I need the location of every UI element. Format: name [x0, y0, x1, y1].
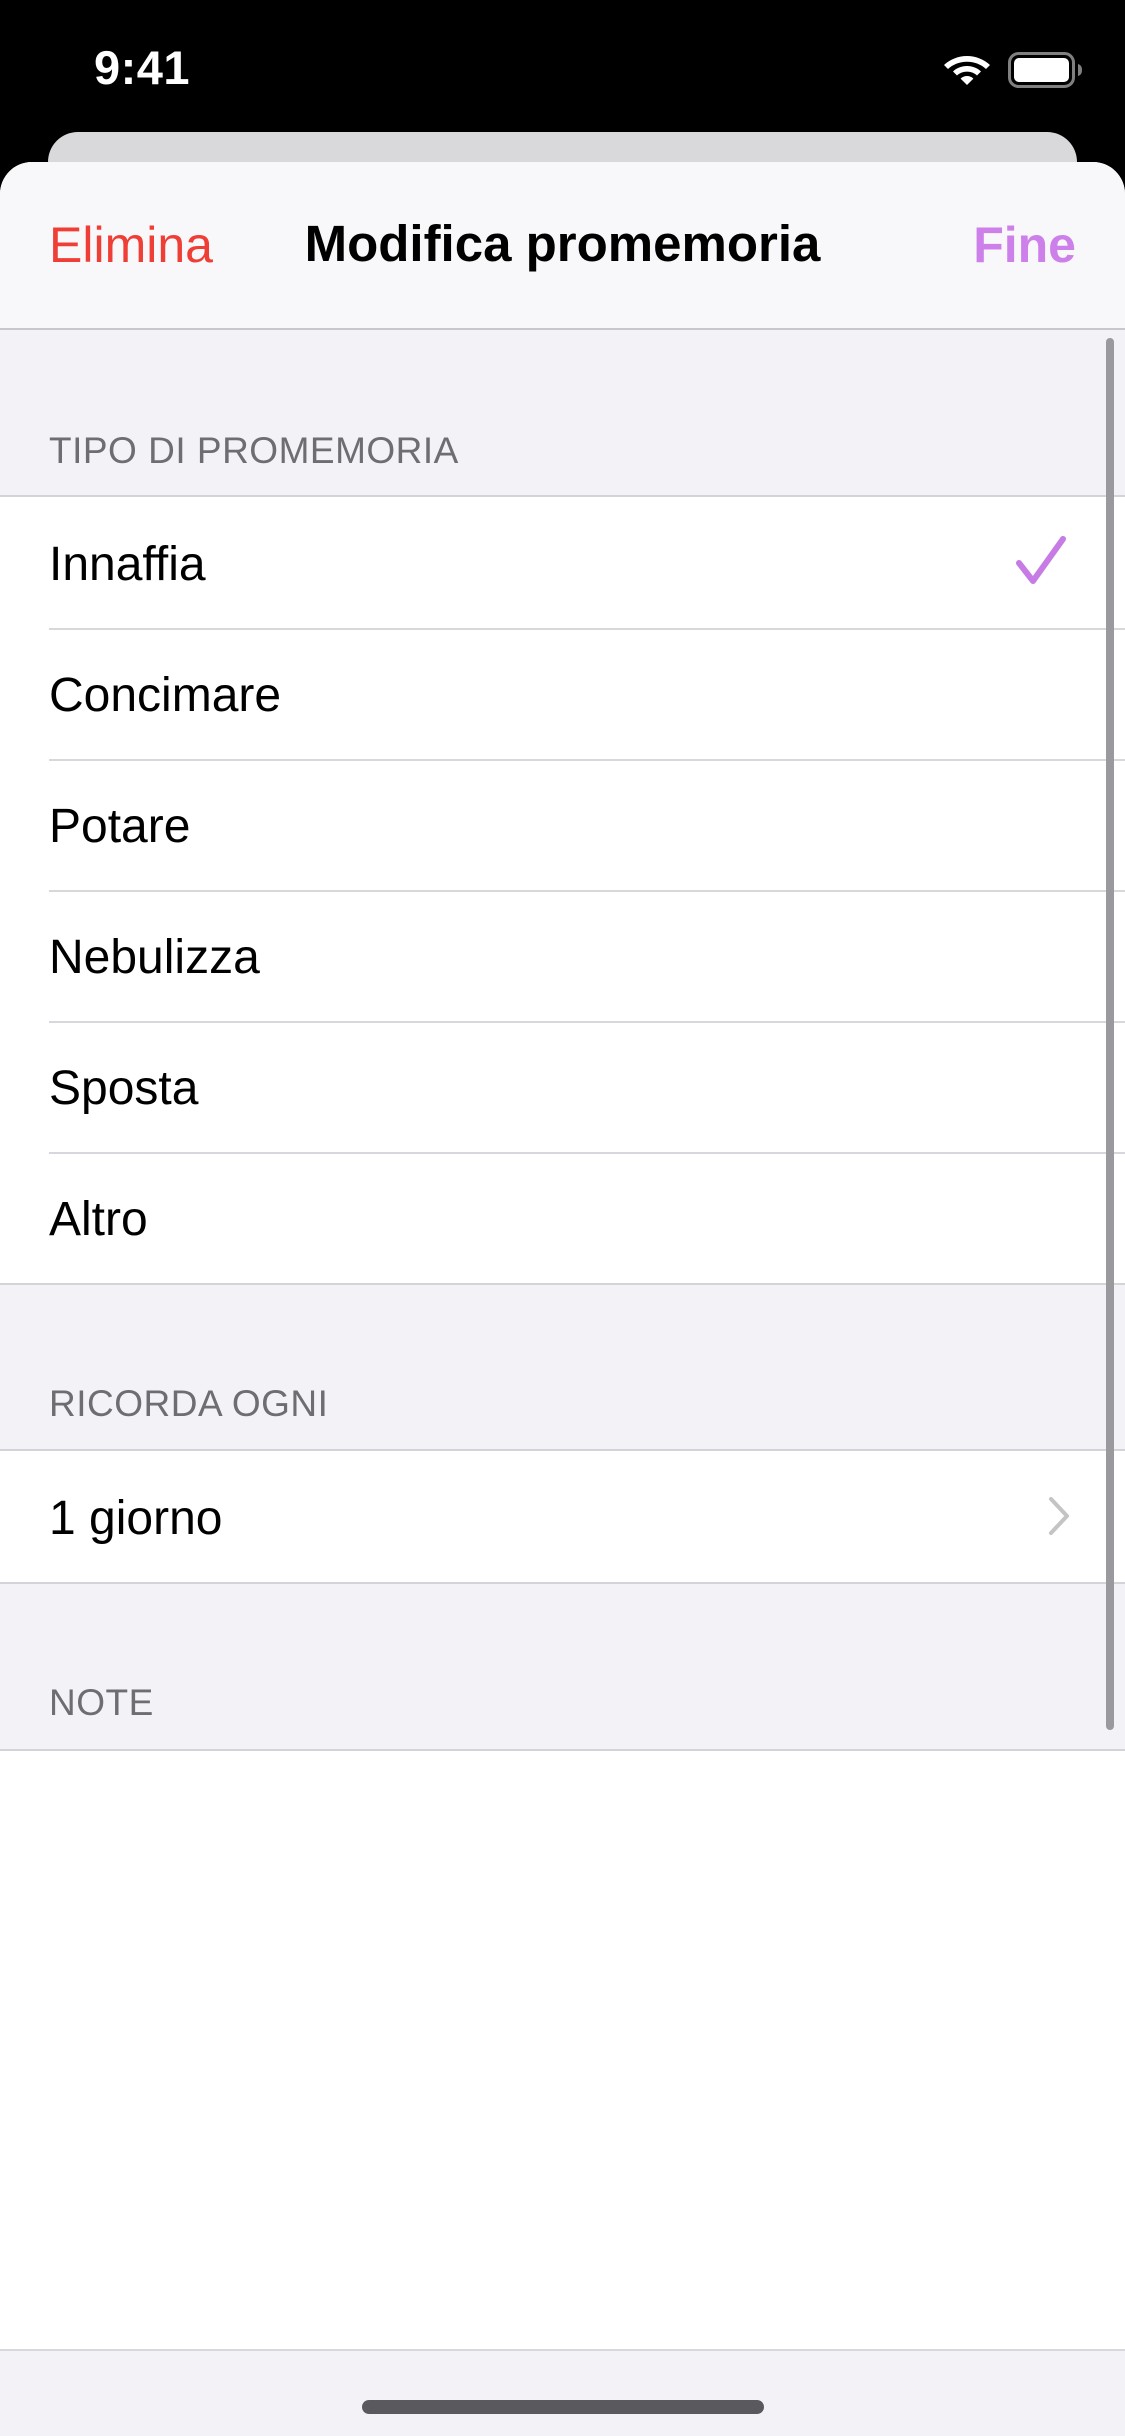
home-indicator[interactable]	[362, 2400, 764, 2414]
repeat-interval-row[interactable]: 1 giorno	[0, 1451, 1125, 1582]
chevron-right-icon	[1049, 1497, 1069, 1535]
repeat-interval-list: 1 giorno	[0, 1449, 1125, 1584]
notes-textarea[interactable]	[0, 1749, 1125, 2349]
bottom-bar	[0, 2349, 1125, 2436]
list-item-concimare[interactable]: Concimare	[0, 628, 1125, 759]
status-bar: 9:41	[0, 0, 1125, 132]
screen: 9:41 Elimina Modifica promemoria Fine TI…	[0, 0, 1125, 2436]
status-time: 9:41	[94, 41, 191, 94]
done-button[interactable]: Fine	[973, 216, 1076, 274]
section-header-reminder-type: TIPO DI PROMEMORIA	[49, 430, 459, 471]
list-item-nebulizza[interactable]: Nebulizza	[0, 890, 1125, 1021]
list-item-label: Sposta	[49, 1062, 199, 1115]
list-item-potare[interactable]: Potare	[0, 759, 1125, 890]
repeat-interval-value: 1 giorno	[49, 1492, 223, 1545]
wifi-icon	[944, 56, 990, 85]
list-item-label: Innaffia	[49, 538, 206, 591]
list-item-label: Nebulizza	[49, 931, 260, 984]
battery-icon	[1008, 52, 1082, 88]
list-item-innaffia[interactable]: Innaffia	[0, 497, 1125, 628]
list-item-altro[interactable]: Altro	[0, 1152, 1125, 1283]
edit-reminder-sheet: Elimina Modifica promemoria Fine TIPO DI…	[0, 162, 1125, 2436]
reminder-type-list: Innaffia Concimare Potare Nebulizza Spos…	[0, 495, 1125, 1285]
checkmark-icon	[1016, 536, 1066, 584]
list-item-label: Potare	[49, 800, 191, 853]
page-title: Modifica promemoria	[304, 215, 821, 272]
navigation-bar: Elimina Modifica promemoria Fine	[0, 162, 1125, 330]
section-header-repeat: RICORDA OGNI	[49, 1383, 329, 1424]
scroll-indicator	[1106, 338, 1114, 1730]
list-item-sposta[interactable]: Sposta	[0, 1021, 1125, 1152]
list-item-label: Altro	[49, 1193, 148, 1246]
list-item-label: Concimare	[49, 669, 282, 722]
section-header-notes: NOTE	[49, 1682, 154, 1723]
